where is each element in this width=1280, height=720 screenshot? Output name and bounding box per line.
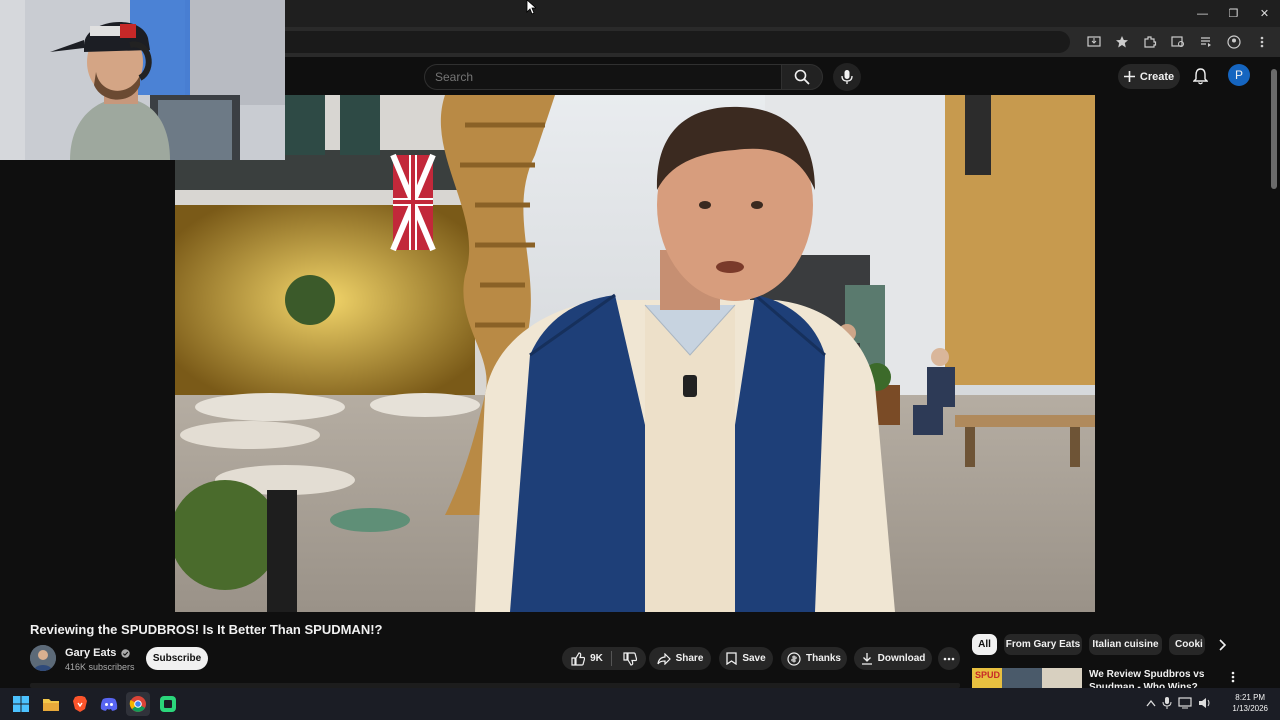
download-label: Download [877,653,926,664]
save-button[interactable]: Save [719,647,773,670]
like-button[interactable]: 9K [571,651,612,666]
chip-from-gary-eats[interactable]: From Gary Eats [1004,634,1082,655]
search-input[interactable] [435,70,765,84]
mouse-cursor-icon [526,0,536,15]
more-vertical-icon [1231,671,1235,683]
microphone-tray-icon[interactable] [1162,696,1172,710]
share-label: Share [675,653,704,664]
tray-overflow-icon[interactable] [1146,699,1156,707]
search-box[interactable] [424,64,781,90]
discord-icon [100,697,118,711]
chip-italian-cuisine[interactable]: Italian cuisine [1089,634,1162,655]
super-thanks-icon [787,651,801,666]
thumbs-up-icon [571,651,586,666]
windows-taskbar: 8:21 PM 1/13/2026 [0,688,1280,720]
folder-icon [43,698,59,711]
create-button[interactable]: Create [1118,64,1180,89]
dislike-button[interactable] [617,651,637,666]
minimize-button[interactable]: — [1187,0,1218,27]
profile-icon[interactable] [1224,32,1244,52]
recommendation-title[interactable]: We Review Spudbros vs Spudman - Who Wins… [1089,668,1209,688]
video-frame [175,95,1095,612]
taskbar-brave[interactable] [68,692,92,716]
install-app-icon[interactable] [1084,32,1104,52]
voice-search-button[interactable] [833,63,861,91]
channel-avatar[interactable] [30,645,56,671]
bookmark-icon [726,652,737,665]
microphone-icon [841,70,853,84]
taskbar-clock[interactable]: 8:21 PM 1/13/2026 [1232,692,1268,714]
volume-icon[interactable] [1198,697,1212,709]
restore-button[interactable]: ❐ [1218,0,1249,27]
subscribe-button[interactable]: Subscribe [146,647,208,670]
window-controls: — ❐ ✕ [1187,0,1280,27]
save-label: Save [742,653,766,664]
account-avatar[interactable]: P [1228,64,1250,86]
clock-date: 1/13/2026 [1232,704,1268,713]
create-label: Create [1139,70,1175,83]
channel-name[interactable]: Gary Eats [65,647,131,659]
close-button[interactable]: ✕ [1249,0,1280,27]
recommendation-menu-button[interactable] [1226,670,1240,684]
taskbar-discord[interactable] [97,692,121,716]
thanks-button[interactable]: Thanks [781,647,847,670]
app-icon [160,696,176,712]
thanks-label: Thanks [805,653,841,664]
taskbar-chrome[interactable] [126,692,150,716]
more-actions-button[interactable] [938,647,960,670]
taskbar-app-green[interactable] [156,692,180,716]
channel-name-text: Gary Eats [65,647,117,659]
media-controls-icon[interactable] [1196,32,1216,52]
bookmark-star-icon[interactable] [1112,32,1132,52]
chevron-right-icon [1219,639,1226,651]
thumbs-down-icon [623,651,637,666]
system-tray [1146,696,1212,710]
chip-all[interactable]: All [972,634,997,655]
recommendation-thumbnail[interactable]: SPUD [972,668,1082,688]
more-horizontal-icon [943,657,955,660]
webcam-frame [0,0,285,160]
taskbar-file-explorer[interactable] [39,692,63,716]
browser-menu-icon[interactable] [1252,32,1272,52]
start-button[interactable] [9,692,33,716]
bell-icon [1192,67,1208,84]
thumbnail-text: SPUD [975,670,1001,680]
windows-logo-icon [13,696,29,712]
network-icon[interactable] [1178,697,1192,709]
share-arrow-icon [656,652,671,665]
extensions-icon[interactable] [1140,32,1160,52]
brave-lion-icon [73,696,87,712]
search-icon [794,69,810,85]
subscriber-count: 416K subscribers [65,662,135,672]
like-dislike-group: 9K [562,647,646,670]
search-button[interactable] [781,64,823,90]
channel-avatar-image [30,645,56,671]
share-button[interactable]: Share [649,647,711,670]
tab-search-icon[interactable] [1168,32,1188,52]
clock-time: 8:21 PM [1235,693,1266,702]
like-count: 9K [590,653,603,664]
chips-next-button[interactable] [1212,635,1232,655]
verified-badge-icon [121,648,131,658]
scroll-thumb[interactable] [1271,69,1277,189]
download-icon [861,653,872,665]
chrome-icon [129,696,146,712]
download-button[interactable]: Download [854,647,932,670]
chip-cooking[interactable]: Cooki [1169,634,1205,655]
video-title: Reviewing the SPUDBROS! Is It Better Tha… [30,622,383,637]
plus-icon [1123,71,1135,82]
page-scrollbar[interactable] [1268,57,1280,687]
notifications-button[interactable] [1190,66,1210,86]
webcam-overlay [0,0,285,160]
video-player[interactable] [175,95,1095,612]
